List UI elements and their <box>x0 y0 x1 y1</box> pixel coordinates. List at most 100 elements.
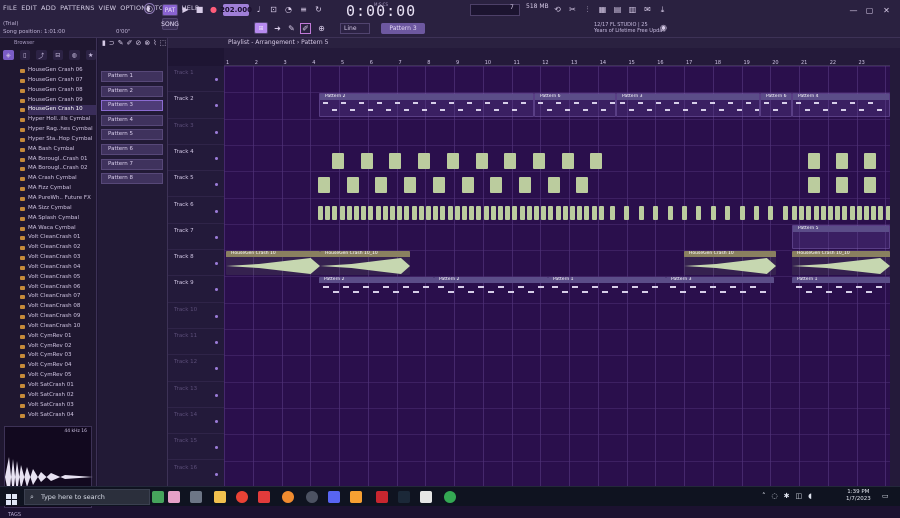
picker-pattern-item[interactable]: Pattern 6 <box>101 144 163 155</box>
audio-hit-block[interactable] <box>361 205 367 220</box>
audio-hit-block[interactable] <box>820 205 826 220</box>
audio-hit-block[interactable] <box>498 205 503 220</box>
browser-file-item[interactable]: MA PureWh.. Future FX <box>20 194 96 204</box>
track-mute-dot[interactable] <box>215 78 218 81</box>
picker-pattern-item[interactable]: Pattern 5 <box>101 129 163 141</box>
audio-hit-block[interactable] <box>739 205 745 220</box>
file-explorer-icon[interactable] <box>214 491 226 503</box>
browser-tags-tab-icon[interactable]: ⊟ <box>52 50 63 60</box>
audio-hit-block[interactable] <box>318 177 330 194</box>
tray-bluetooth-icon[interactable]: ✱ <box>784 492 790 500</box>
undo-icon[interactable]: ⟲ <box>552 4 563 15</box>
audio-hit-block[interactable] <box>584 205 590 220</box>
audio-hit-block[interactable] <box>411 205 417 220</box>
picker-pattern-item[interactable]: Pattern 1 <box>101 71 163 82</box>
audio-hit-block[interactable] <box>710 205 716 220</box>
browser-app-icon[interactable] <box>282 491 294 503</box>
track-header[interactable]: Track 10 <box>168 303 224 329</box>
audio-hit-block[interactable] <box>433 205 439 220</box>
track-mute-dot[interactable] <box>215 341 218 344</box>
browser-file-item[interactable]: Volt CleanCrash 08 <box>20 302 96 312</box>
picker-pattern-item[interactable]: Pattern 8 <box>101 173 163 185</box>
track-mute-dot[interactable] <box>215 104 218 108</box>
track-mute-dot[interactable] <box>215 235 218 239</box>
loop-record-icon[interactable]: ↻ <box>313 4 324 15</box>
tray-network-icon[interactable]: ◫ <box>795 492 802 500</box>
track-header[interactable]: Track 8 <box>168 250 224 277</box>
audio-hit-block[interactable] <box>447 205 453 220</box>
minimize-icon[interactable]: — <box>848 5 859 16</box>
menu-edit[interactable]: EDIT <box>21 4 37 12</box>
audio-hit-block[interactable] <box>548 205 554 220</box>
app-icon-green[interactable] <box>152 491 164 503</box>
audio-hit-block[interactable] <box>577 205 583 220</box>
arrow-right-icon[interactable]: ➜ <box>272 23 283 34</box>
audio-hit-block[interactable] <box>828 205 833 220</box>
select-icon[interactable]: ⬚ <box>160 39 167 47</box>
browser-file-item[interactable]: Volt CleanCrash 06 <box>20 283 96 293</box>
playlist-clip[interactable]: Pattern 5 <box>792 224 890 249</box>
tempo-display[interactable]: 202.000 <box>220 4 252 16</box>
playlist-clip[interactable]: Pattern 3 <box>666 277 774 301</box>
obs-icon[interactable] <box>306 491 318 503</box>
paint-icon[interactable]: ✐ <box>300 23 311 34</box>
audio-hit-block[interactable] <box>864 177 876 194</box>
audio-hit-block[interactable] <box>576 177 589 194</box>
audio-hit-block[interactable] <box>561 152 574 169</box>
browser-file-item[interactable]: Hyper Rag..hes Cymbal <box>20 125 96 135</box>
audio-hit-block[interactable] <box>878 205 884 220</box>
playlist-clip[interactable]: Pattern 3 <box>616 93 760 118</box>
audio-hit-block[interactable] <box>792 205 797 220</box>
audio-hit-block[interactable] <box>475 152 488 169</box>
audio-hit-block[interactable] <box>504 152 517 169</box>
fl-studio-taskbar-icon[interactable] <box>350 491 362 503</box>
audio-hit-block[interactable] <box>332 205 338 220</box>
audio-hit-block[interactable] <box>490 205 496 220</box>
audio-hit-block[interactable] <box>432 177 445 194</box>
audio-hit-block[interactable] <box>505 205 511 220</box>
playlist-clip[interactable]: HouseGen Crash 10 <box>684 251 776 276</box>
picker-pattern-item[interactable]: Pattern 2 <box>101 85 163 97</box>
browser-file-item[interactable]: Volt CleanCrash 09 <box>20 312 96 322</box>
audio-hit-block[interactable] <box>404 177 417 194</box>
browser-file-item[interactable]: Volt SatCrash 03 <box>20 401 96 411</box>
tray-app-icon[interactable]: ◌ <box>772 492 778 500</box>
track-mute-dot[interactable] <box>215 262 218 266</box>
browser-star-tab-icon[interactable]: ★ <box>85 50 96 60</box>
audio-hit-block[interactable] <box>440 205 446 220</box>
audio-hit-block[interactable] <box>446 152 459 169</box>
browser-file-item[interactable]: MA Borougl..Crash 02 <box>20 164 96 174</box>
mute-icon[interactable]: ⊗ <box>144 39 150 47</box>
delete-icon[interactable]: ⊘ <box>135 39 141 47</box>
countdown-icon[interactable]: ◔ <box>283 4 294 15</box>
browser-file-item[interactable]: Volt CymRev 02 <box>20 342 96 352</box>
audio-hit-block[interactable] <box>591 205 597 220</box>
menu-file[interactable]: FILE <box>3 4 17 12</box>
browser-file-item[interactable]: MA Sizz Cymbal <box>20 204 96 214</box>
wait-input-icon[interactable]: ⊡ <box>268 4 279 15</box>
browser-file-item[interactable]: Volt SatCrash 04 <box>20 411 96 421</box>
audio-hit-block[interactable] <box>768 205 774 220</box>
audio-hit-block[interactable] <box>754 205 759 220</box>
track-header[interactable]: Track 16 <box>168 461 224 487</box>
browser-all-tab-icon[interactable]: ◈ <box>3 50 14 60</box>
track-header[interactable]: Track 6 <box>168 198 224 224</box>
audio-hit-block[interactable] <box>836 152 848 169</box>
notification-icon[interactable]: ▭ <box>882 492 889 500</box>
picker-pattern-item[interactable]: Pattern 4 <box>101 114 163 126</box>
taskbar-search-input[interactable]: ⌕ Type here to search <box>24 489 150 505</box>
audio-hit-block[interactable] <box>836 177 848 194</box>
menu-add[interactable]: ADD <box>41 4 56 12</box>
browser-file-item[interactable]: MA Crash Cymbal <box>20 174 96 184</box>
audio-hit-block[interactable] <box>667 205 673 220</box>
audio-hit-block[interactable] <box>782 205 788 220</box>
audio-hit-block[interactable] <box>864 205 869 220</box>
audio-hit-block[interactable] <box>725 205 731 220</box>
stamp-icon[interactable]: ⊕ <box>316 23 327 34</box>
track-header[interactable]: Track 12 <box>168 355 224 382</box>
track-mute-dot[interactable] <box>215 156 218 160</box>
audio-hit-block[interactable] <box>849 205 855 220</box>
playlist-clip[interactable]: HouseGen Crash 10_10 <box>320 251 410 276</box>
playlist-clip[interactable]: Pattern 1 <box>792 277 890 301</box>
piano-icon[interactable]: ▮ <box>102 39 106 47</box>
